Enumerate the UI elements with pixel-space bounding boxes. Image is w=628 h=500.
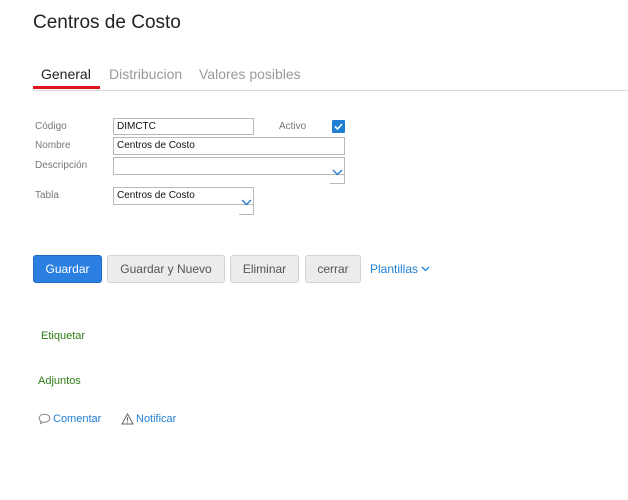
notificar-label: Notificar: [136, 413, 177, 425]
plantillas-menu[interactable]: Plantillas: [370, 262, 430, 276]
comment-icon: [38, 413, 51, 425]
descripcion-dropdown-toggle[interactable]: [330, 157, 345, 184]
tab-bar: General Distribucion Valores posibles: [33, 64, 628, 91]
tab-general[interactable]: General: [41, 66, 91, 82]
tabla-select[interactable]: Centros de Costo: [113, 187, 254, 205]
tabla-label: Tabla: [35, 190, 59, 201]
comentar-action[interactable]: Comentar: [38, 413, 101, 425]
nombre-label: Nombre: [35, 140, 71, 151]
adjuntos-link[interactable]: Adjuntos: [38, 375, 81, 387]
plantillas-label: Plantillas: [370, 262, 419, 276]
eliminar-button[interactable]: Eliminar: [230, 255, 299, 283]
chevron-down-icon: [241, 199, 252, 206]
descripcion-label: Descripción: [35, 160, 88, 171]
tabla-dropdown-toggle[interactable]: [239, 187, 254, 215]
chevron-down-icon: [421, 266, 430, 272]
tab-distribucion[interactable]: Distribucion: [109, 66, 182, 82]
warning-icon: [121, 413, 134, 425]
notificar-action[interactable]: Notificar: [121, 413, 176, 425]
active-tab-indicator: [33, 86, 100, 89]
activo-label: Activo: [279, 121, 307, 132]
descripcion-select[interactable]: [113, 157, 345, 175]
guardar-y-nuevo-button[interactable]: Guardar y Nuevo: [107, 255, 225, 283]
nombre-input[interactable]: Centros de Costo: [113, 137, 345, 155]
comentar-label: Comentar: [53, 413, 102, 425]
chevron-down-icon: [332, 169, 343, 176]
page-title: Centros de Costo: [33, 12, 181, 33]
tab-valores-posibles[interactable]: Valores posibles: [199, 66, 301, 82]
cerrar-button[interactable]: cerrar: [305, 255, 361, 283]
activo-checkbox[interactable]: [332, 120, 345, 133]
check-icon: [334, 123, 343, 131]
codigo-label: Código: [35, 121, 67, 132]
codigo-input[interactable]: DIMCTC: [113, 118, 254, 135]
etiquetar-link[interactable]: Etiquetar: [41, 330, 85, 342]
guardar-button[interactable]: Guardar: [33, 255, 102, 283]
